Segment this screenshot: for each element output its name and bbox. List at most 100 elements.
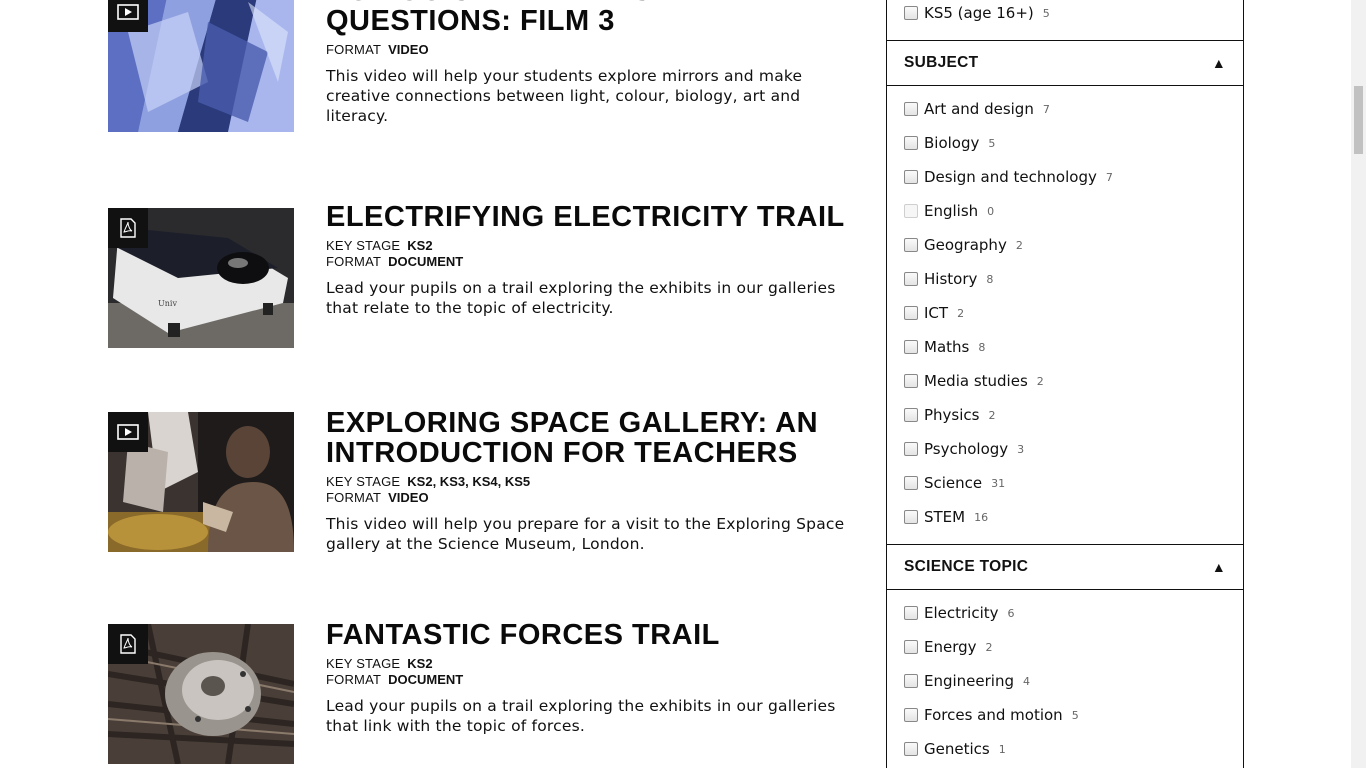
filter-option[interactable]: Art and design 7 — [887, 92, 1243, 126]
filter-option[interactable]: Biology 5 — [887, 126, 1243, 160]
result-title[interactable]: FANTASTIC FORCES TRAIL — [326, 620, 866, 650]
filter-option[interactable]: Electricity 6 — [887, 596, 1243, 630]
meta-key: FORMAT — [326, 672, 382, 687]
filter-option-count: 2 — [1036, 374, 1044, 388]
collapse-arrow-icon[interactable]: ▲ — [1212, 559, 1226, 575]
filter-option-count: 16 — [974, 510, 989, 524]
checkbox[interactable] — [904, 306, 918, 320]
filter-option[interactable]: STEM 16 — [887, 500, 1243, 534]
filter-option[interactable]: Geography 2 — [887, 228, 1243, 262]
filter-heading: SCIENCE TOPIC — [904, 558, 1029, 575]
checkbox[interactable] — [904, 442, 918, 456]
checkbox[interactable] — [904, 606, 918, 620]
checkbox[interactable] — [904, 476, 918, 490]
result-meta: FORMAT VIDEO — [326, 42, 866, 58]
meta-key: KEY STAGE — [326, 238, 401, 253]
checkbox[interactable] — [904, 102, 918, 116]
checkbox[interactable] — [904, 238, 918, 252]
filter-option-label: Genetics — [924, 740, 990, 758]
filter-option-label: English — [924, 202, 979, 220]
filter-option-label: Science — [924, 474, 983, 492]
result-thumbnail[interactable]: Univ — [108, 208, 294, 348]
checkbox[interactable] — [904, 170, 918, 184]
filter-option-label: Biology — [924, 134, 980, 152]
filter-option-label: Maths — [924, 338, 970, 356]
filter-option[interactable]: Energy 2 — [887, 630, 1243, 664]
filter-option-label: Design and technology — [924, 168, 1097, 186]
filter-option-ks5[interactable]: KS5 (age 16+) 5 — [887, 0, 1243, 26]
filter-option[interactable]: Science 31 — [887, 466, 1243, 500]
filter-option-count: 2 — [957, 306, 965, 320]
filter-option-count: 5 — [1071, 708, 1079, 722]
meta-value: KS2 — [407, 238, 433, 253]
filter-option[interactable]: Maths 8 — [887, 330, 1243, 364]
filter-option-label: Physics — [924, 406, 980, 424]
filter-option-label: Forces and motion — [924, 706, 1063, 724]
filter-option[interactable]: Forces and motion 5 — [887, 698, 1243, 732]
result-title[interactable]: ELECTRIFYING ELECTRICITY TRAIL — [326, 202, 866, 232]
meta-key: FORMAT — [326, 254, 382, 269]
filter-option-label: ICT — [924, 304, 949, 322]
filter-option-count: 3 — [1017, 442, 1025, 456]
result-meta: KEY STAGE KS2 FORMAT DOCUMENT — [326, 656, 866, 688]
filter-option[interactable]: Genetics 1 — [887, 732, 1243, 766]
filter-option[interactable]: English 0 — [887, 194, 1243, 228]
result-thumbnail[interactable] — [108, 0, 294, 132]
meta-value: DOCUMENT — [388, 254, 464, 269]
svg-text:Univ: Univ — [158, 299, 177, 308]
result-description: Lead your pupils on a trail exploring th… — [326, 279, 836, 317]
filter-option-count: 2 — [985, 640, 993, 654]
filter-option-label: Electricity — [924, 604, 999, 622]
result-description: This video will help your students explo… — [326, 67, 803, 125]
science-topic-filter-header[interactable]: SCIENCE TOPIC ▲ — [886, 544, 1244, 590]
pdf-icon — [108, 624, 148, 664]
checkbox[interactable] — [904, 6, 918, 20]
checkbox[interactable] — [904, 374, 918, 388]
science-topic-filter-list: Electricity 6 Energy 2 Engineering 4 Forces an… — [886, 590, 1244, 768]
filter-option-label: History — [924, 270, 978, 288]
checkbox — [904, 204, 918, 218]
checkbox[interactable] — [904, 510, 918, 524]
keystage-filter-group: KS5 (age 16+) 5 — [886, 0, 1244, 40]
scrollbar-thumb[interactable] — [1354, 86, 1363, 154]
filter-option-count: 1 — [998, 742, 1006, 756]
filter-option[interactable]: History 8 — [887, 262, 1243, 296]
checkbox[interactable] — [904, 408, 918, 422]
checkbox[interactable] — [904, 136, 918, 150]
meta-key: KEY STAGE — [326, 474, 401, 489]
filter-option-label: Art and design — [924, 100, 1034, 118]
meta-key: FORMAT — [326, 490, 382, 505]
filter-option-count: 7 — [1042, 102, 1050, 116]
checkbox[interactable] — [904, 640, 918, 654]
checkbox[interactable] — [904, 742, 918, 756]
page-scrollbar[interactable] — [1351, 0, 1366, 768]
result-thumbnail[interactable] — [108, 412, 294, 552]
filter-option[interactable]: Engineering 4 — [887, 664, 1243, 698]
meta-value: KS2 — [407, 656, 433, 671]
filter-sidebar: KS5 (age 16+) 5 SUBJECT ▲ Art and design… — [886, 0, 1244, 768]
collapse-arrow-icon[interactable]: ▲ — [1212, 55, 1226, 71]
result-title[interactable]: DO YOU SEE WHAT I SEE? – 7 QUESTIONS: FI… — [326, 0, 866, 36]
filter-option-label: Psychology — [924, 440, 1009, 458]
checkbox[interactable] — [904, 272, 918, 286]
filter-option[interactable]: Psychology 3 — [887, 432, 1243, 466]
result-thumbnail[interactable] — [108, 624, 294, 764]
result-description: This video will help you prepare for a v… — [326, 515, 845, 553]
subject-filter-list: Art and design 7 Biology 5 Design and techno… — [886, 86, 1244, 544]
filter-option-count: 8 — [978, 340, 986, 354]
checkbox[interactable] — [904, 674, 918, 688]
filter-option[interactable]: ICT 2 — [887, 296, 1243, 330]
checkbox[interactable] — [904, 340, 918, 354]
subject-filter-header[interactable]: SUBJECT ▲ — [886, 40, 1244, 86]
filter-option-count: 31 — [991, 476, 1006, 490]
filter-option[interactable]: Media studies 2 — [887, 364, 1243, 398]
meta-value: DOCUMENT — [388, 672, 464, 687]
filter-option[interactable]: Physics 2 — [887, 398, 1243, 432]
filter-option-count: 4 — [1023, 674, 1030, 688]
filter-option-count: 2 — [1015, 238, 1023, 252]
result-title[interactable]: EXPLORING SPACE GALLERY: AN INTRODUCTION… — [326, 408, 866, 468]
filter-option-count: 5 — [1042, 6, 1050, 20]
filter-option[interactable]: Design and technology 7 — [887, 160, 1243, 194]
filter-option-count: 5 — [988, 136, 996, 150]
checkbox[interactable] — [904, 708, 918, 722]
